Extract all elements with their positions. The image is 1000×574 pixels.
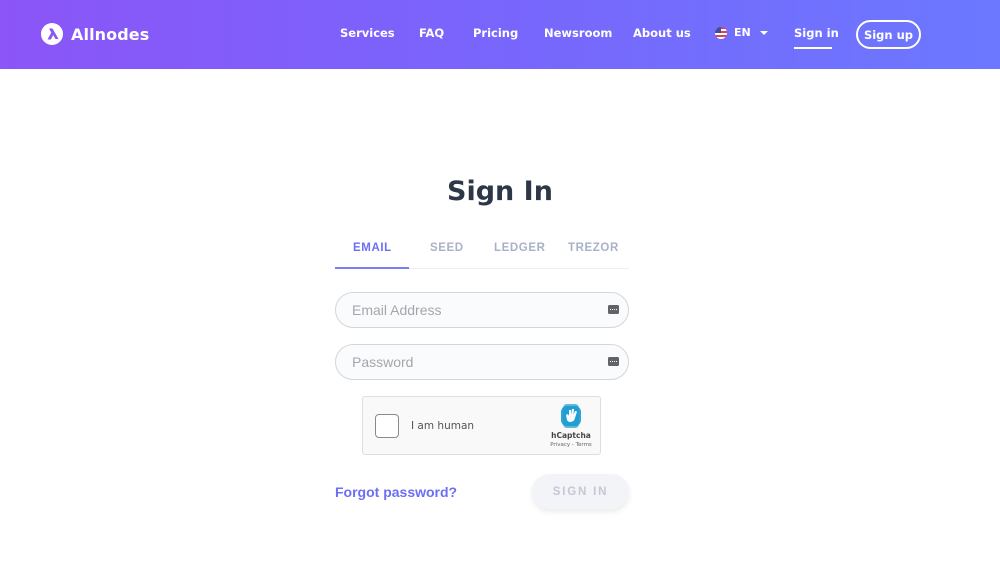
email-input[interactable] <box>352 302 602 318</box>
hcaptcha-brand: hCaptcha <box>551 431 591 440</box>
sign-up-button[interactable]: Sign up <box>856 20 921 49</box>
tab-seed[interactable]: SEED <box>430 242 464 254</box>
password-field <box>335 344 629 380</box>
sign-in-submit-button[interactable]: SIGN IN <box>532 474 629 509</box>
brand-logo-link[interactable]: Allnodes <box>41 23 149 45</box>
nav-newsroom[interactable]: Newsroom <box>544 26 612 40</box>
password-input[interactable] <box>352 354 602 370</box>
brand-name: Allnodes <box>71 24 150 44</box>
chevron-down-icon <box>759 31 768 35</box>
nav-about-us[interactable]: About us <box>633 26 691 40</box>
tab-email[interactable]: EMAIL <box>353 242 392 254</box>
captcha-label: I am human <box>411 420 475 432</box>
email-field <box>335 292 629 328</box>
forgot-password-link[interactable]: Forgot password? <box>335 484 457 500</box>
us-flag-icon <box>715 26 727 39</box>
active-nav-underline <box>794 47 832 49</box>
hcaptcha-widget: I am human hCaptcha Privacy - Terms <box>362 396 601 455</box>
sign-in-method-tabs: EMAIL SEED LEDGER TREZOR <box>335 232 629 269</box>
allnodes-logo-icon <box>41 23 63 45</box>
autofill-icon[interactable] <box>608 357 619 366</box>
captcha-checkbox[interactable] <box>375 414 399 438</box>
hcaptcha-privacy-terms-links[interactable]: Privacy - Terms <box>544 442 598 448</box>
page-title: Sign In <box>447 176 553 207</box>
nav-services[interactable]: Services <box>340 26 395 40</box>
language-selector[interactable]: EN <box>715 26 768 39</box>
tab-ledger[interactable]: LEDGER <box>494 242 546 254</box>
autofill-icon[interactable] <box>608 305 619 314</box>
nav-pricing[interactable]: Pricing <box>473 26 518 40</box>
nav-faq[interactable]: FAQ <box>419 26 444 40</box>
nav-sign-in[interactable]: Sign in <box>794 26 839 40</box>
top-navbar: Allnodes Services FAQ Pricing Newsroom A… <box>0 0 1000 69</box>
tab-trezor[interactable]: TREZOR <box>568 242 619 254</box>
hcaptcha-logo-icon <box>561 404 581 428</box>
language-code: EN <box>734 26 751 39</box>
active-tab-indicator <box>335 267 409 269</box>
